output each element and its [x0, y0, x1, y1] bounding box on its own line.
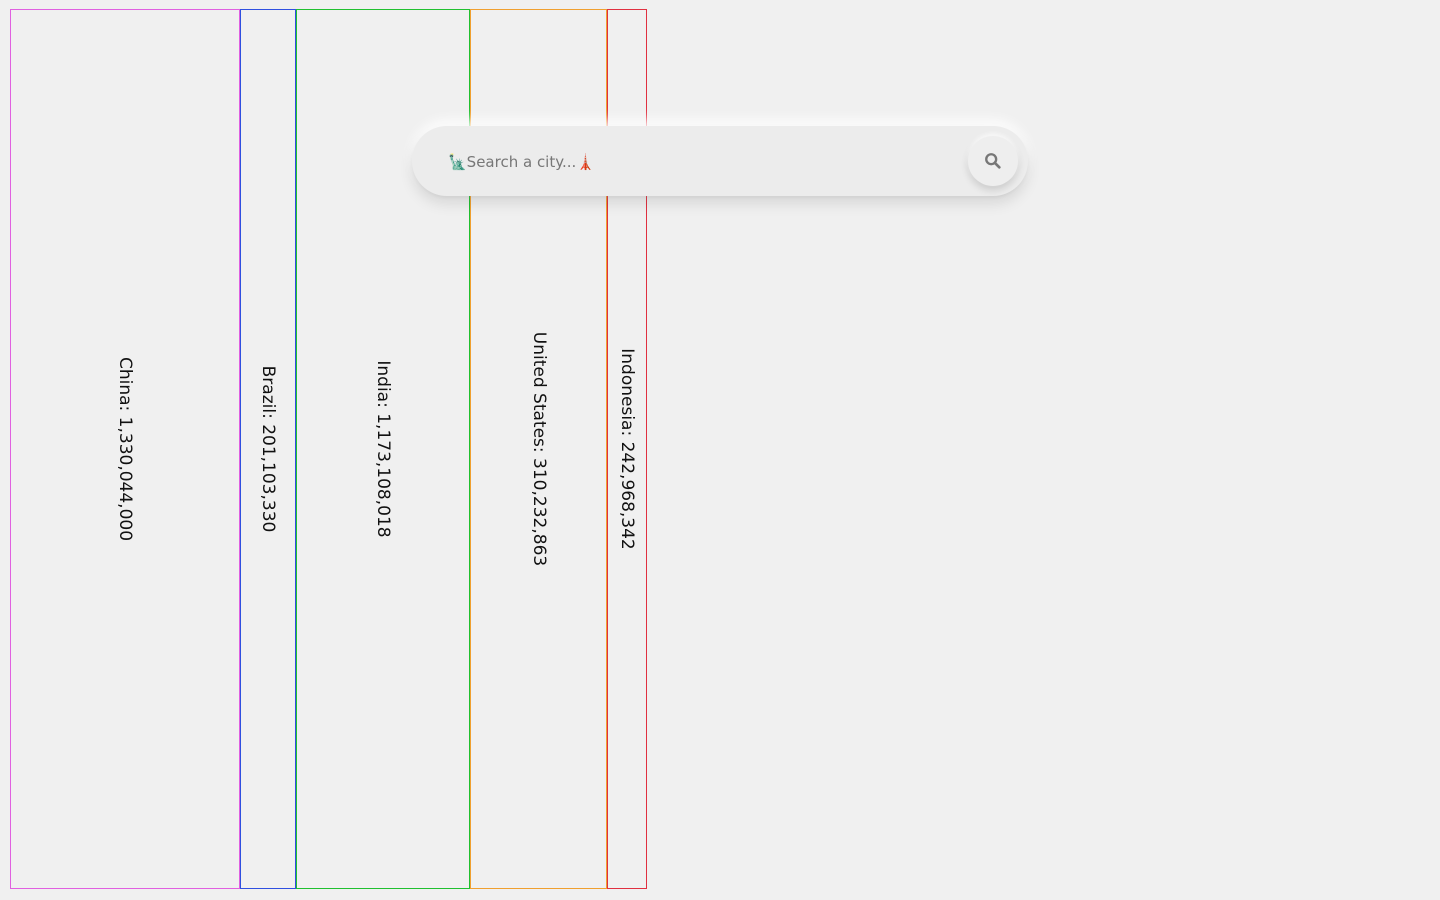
- column-label-india: India: 1,173,108,018: [373, 360, 393, 538]
- search-input[interactable]: [446, 144, 950, 180]
- search-button[interactable]: [968, 136, 1018, 186]
- column-label-united-states: United States: 310,232,863: [528, 331, 549, 567]
- column-label-china: China: 1,330,044,000: [115, 356, 135, 542]
- search-icon: [985, 153, 1001, 169]
- column-brazil: Brazil: 201,103,330: [240, 9, 296, 889]
- search-bar: [412, 126, 1028, 196]
- column-china: China: 1,330,044,000: [10, 9, 240, 889]
- column-label-brazil: Brazil: 201,103,330: [258, 365, 278, 533]
- column-label-indonesia: Indonesia: 242,968,342: [617, 348, 637, 550]
